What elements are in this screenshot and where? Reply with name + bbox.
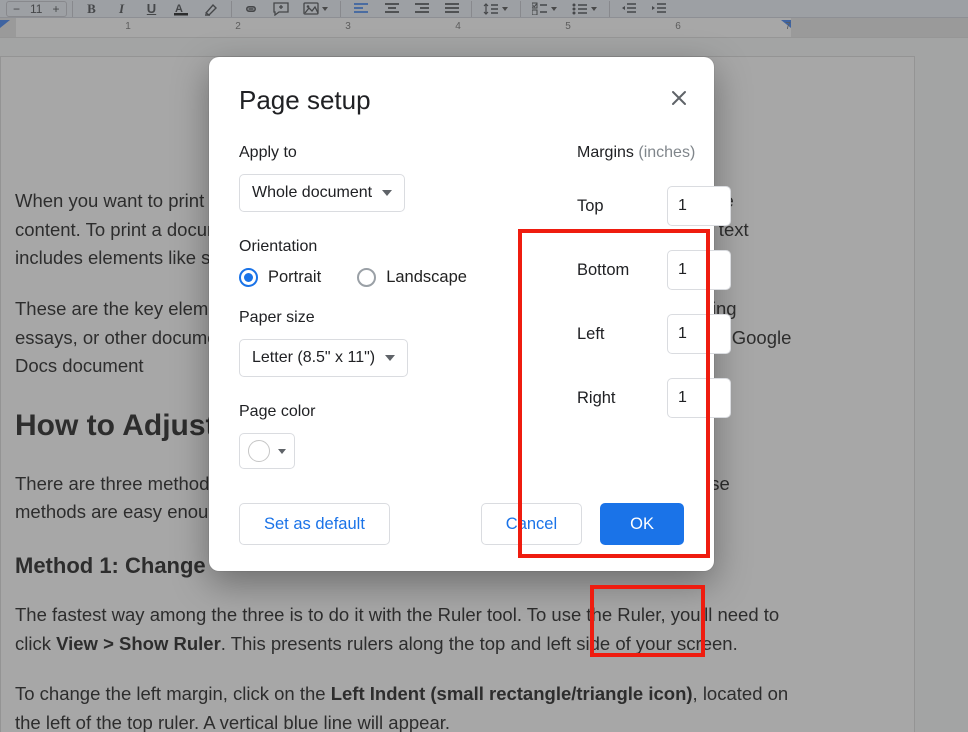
margin-right-row: Right [577,378,731,418]
margin-right-input[interactable] [667,378,731,418]
set-as-default-button[interactable]: Set as default [239,503,390,545]
margin-top-row: Top [577,186,731,226]
margins-label: Margins (inches) [577,144,731,162]
paper-size-value: Letter (8.5" x 11") [252,349,375,367]
page-setup-dialog: Page setup Apply to Whole document Orien… [209,57,714,571]
orientation-label: Orientation [239,238,529,256]
apply-to-value: Whole document [252,184,372,202]
chevron-down-icon [382,190,392,196]
margin-left-input[interactable] [667,314,731,354]
dialog-title: Page setup [239,85,684,116]
margin-right-label: Right [577,389,655,408]
color-swatch-icon [248,440,270,462]
apply-to-select[interactable]: Whole document [239,174,405,212]
radio-icon [357,268,376,287]
paper-size-label: Paper size [239,309,529,327]
page-color-label: Page color [239,403,529,421]
page-color-select[interactable] [239,433,295,469]
close-icon [670,89,688,107]
apply-to-label: Apply to [239,144,529,162]
margin-top-label: Top [577,197,655,216]
orientation-landscape-radio[interactable]: Landscape [357,268,467,287]
cancel-button[interactable]: Cancel [481,503,582,545]
margin-left-label: Left [577,325,655,344]
margin-bottom-input[interactable] [667,250,731,290]
close-button[interactable] [666,85,692,111]
margin-bottom-label: Bottom [577,261,655,280]
orientation-portrait-radio[interactable]: Portrait [239,268,321,287]
radio-icon [239,268,258,287]
margin-bottom-row: Bottom [577,250,731,290]
margin-top-input[interactable] [667,186,731,226]
chevron-down-icon [278,449,286,454]
margin-left-row: Left [577,314,731,354]
paper-size-select[interactable]: Letter (8.5" x 11") [239,339,408,377]
chevron-down-icon [385,355,395,361]
ok-button[interactable]: OK [600,503,684,545]
